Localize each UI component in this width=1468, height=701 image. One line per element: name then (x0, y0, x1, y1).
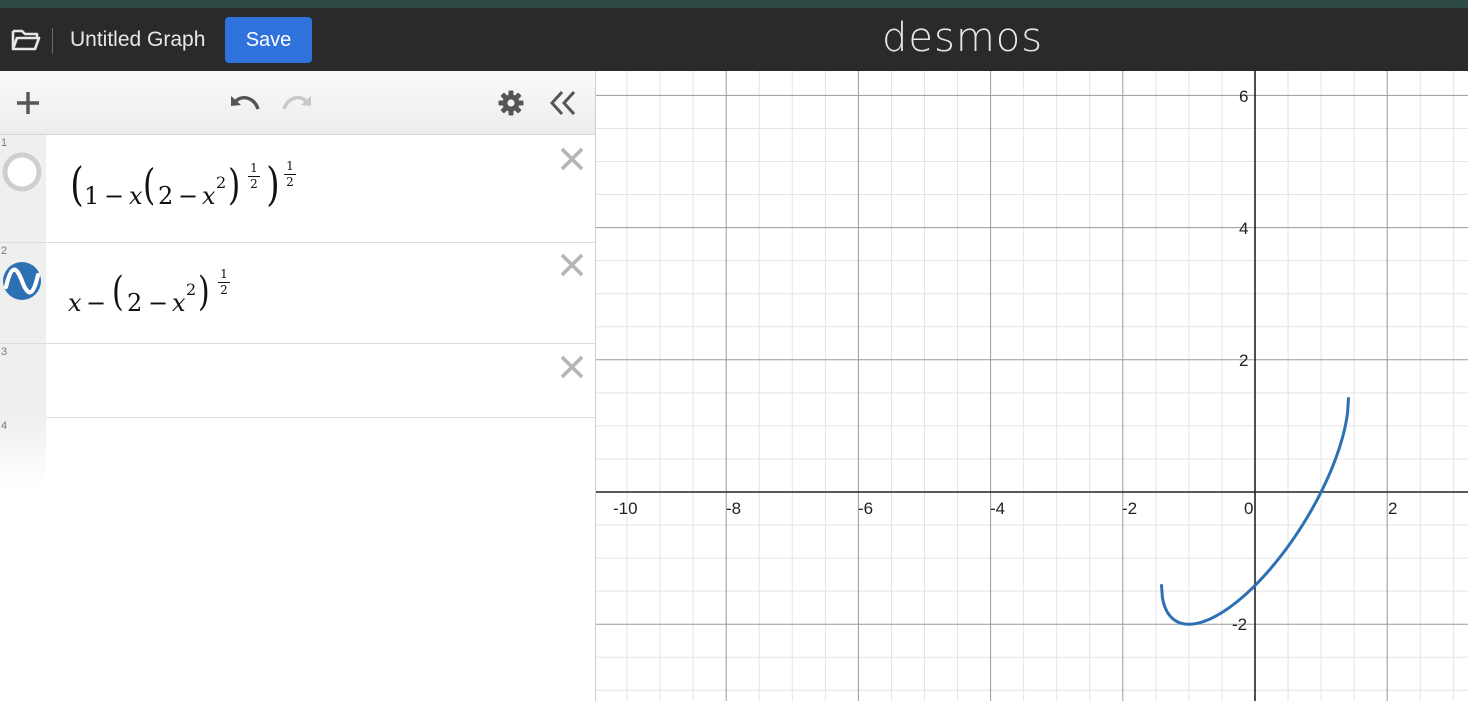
x-tick-label: -2 (1122, 499, 1137, 518)
expression-gutter: 1 (0, 135, 46, 242)
graph-settings-button[interactable] (497, 89, 525, 117)
y-tick-label: 2 (1239, 351, 1248, 370)
math-variable: x (129, 182, 143, 210)
graph-title[interactable]: Untitled Graph (70, 26, 205, 54)
math-operator: − (148, 289, 169, 317)
paren-left-outer: ( (70, 157, 84, 211)
expression-index: 3 (1, 346, 8, 358)
fraction-denominator: 2 (220, 283, 228, 297)
hidden-circle-icon (2, 152, 42, 192)
top-bar: Untitled Graph Save desmos (0, 0, 1468, 71)
add-item-button[interactable] (14, 89, 42, 117)
x-tick-label: -6 (858, 499, 873, 518)
expression-gutter: 2 (0, 243, 46, 343)
close-icon (560, 253, 584, 277)
expression-item-3[interactable]: 3 (0, 344, 595, 418)
open-graphs-button[interactable] (8, 22, 44, 58)
redo-icon (282, 96, 311, 110)
wave-graph-icon (3, 262, 41, 300)
math-operator: − (178, 182, 199, 210)
paren-left: ( (111, 269, 124, 315)
fraction-denominator: 2 (250, 177, 258, 191)
expression-index: 1 (1, 137, 8, 149)
redo-button[interactable] (280, 89, 314, 115)
math-variable: x (68, 289, 82, 317)
math-operator: − (104, 182, 125, 210)
tick-labels: -10 -8 -6 -4 -2 0 2 6 4 2 -2 (613, 87, 1397, 634)
delete-expression-button[interactable] (558, 145, 586, 173)
math-variable: x (172, 289, 186, 317)
graph-canvas[interactable]: -10 -8 -6 -4 -2 0 2 6 4 2 -2 (596, 71, 1468, 701)
close-icon (560, 355, 584, 379)
expression-math[interactable]: x − ( 2 − x 2 ) 1 2 (68, 267, 268, 325)
toggle-visibility-button[interactable] (2, 261, 42, 301)
x-tick-label: -4 (990, 499, 1005, 518)
math-variable: x (202, 182, 216, 210)
folder-icon (11, 29, 41, 51)
undo-button[interactable] (228, 89, 262, 115)
new-expression-gutter: 4 (0, 417, 46, 487)
expression-index: 2 (1, 245, 8, 257)
expression-gutter: 3 (0, 344, 46, 417)
plus-icon (17, 92, 39, 114)
math-term: 2 (158, 182, 174, 210)
fraction-numerator: 1 (220, 267, 228, 281)
y-tick-label: 4 (1239, 219, 1248, 238)
new-expression-input[interactable] (46, 417, 595, 487)
y-tick-label: -2 (1232, 615, 1247, 634)
math-exponent: 2 (186, 280, 197, 299)
y-tick-label: 6 (1239, 87, 1248, 106)
minor-grid (596, 71, 1468, 701)
delete-expression-button[interactable] (558, 251, 586, 279)
double-chevron-left-icon (549, 90, 576, 116)
expression-toolbar (0, 71, 595, 135)
fraction-numerator: 1 (286, 159, 294, 173)
expression-index: 4 (1, 420, 8, 432)
expression-item-2[interactable]: 2 x − ( 2 − x 2 ) 1 2 (0, 243, 595, 344)
close-icon (560, 147, 584, 171)
graph-svg[interactable]: -10 -8 -6 -4 -2 0 2 6 4 2 -2 (596, 71, 1468, 701)
desmos-logo: desmos (882, 15, 1044, 61)
undo-icon (231, 96, 260, 110)
expression-panel: 1 ( 1 − x ( 2 − x 2 ) 1 2 ) 1 2 2 x − (… (0, 71, 596, 701)
x-tick-label: 2 (1388, 499, 1397, 518)
paren-right-inner: ) (228, 160, 241, 209)
math-term: 2 (127, 289, 143, 317)
x-tick-label: -8 (726, 499, 741, 518)
math-exponent: 2 (216, 173, 227, 192)
save-button[interactable]: Save (225, 17, 312, 63)
fraction-numerator: 1 (250, 161, 258, 175)
major-grid (596, 71, 1468, 701)
math-operator: − (86, 289, 107, 317)
gear-icon (498, 90, 524, 116)
expression-math[interactable]: ( 1 − x ( 2 − x 2 ) 1 2 ) 1 2 (68, 157, 328, 221)
x-tick-label: -10 (613, 499, 638, 518)
x-tick-label: 0 (1244, 499, 1253, 518)
expression-item-1[interactable]: 1 ( 1 − x ( 2 − x 2 ) 1 2 ) 1 2 (0, 135, 595, 243)
paren-right-outer: ) (266, 157, 280, 211)
paren-right: ) (197, 269, 210, 315)
fraction-denominator: 2 (286, 175, 294, 189)
math-term: 1 (84, 182, 100, 210)
delete-expression-button[interactable] (558, 353, 586, 381)
header-divider (52, 28, 53, 54)
collapse-list-button[interactable] (548, 89, 578, 117)
axes (596, 71, 1468, 701)
paren-left-inner: ( (143, 160, 156, 209)
toggle-visibility-button[interactable] (2, 152, 42, 192)
